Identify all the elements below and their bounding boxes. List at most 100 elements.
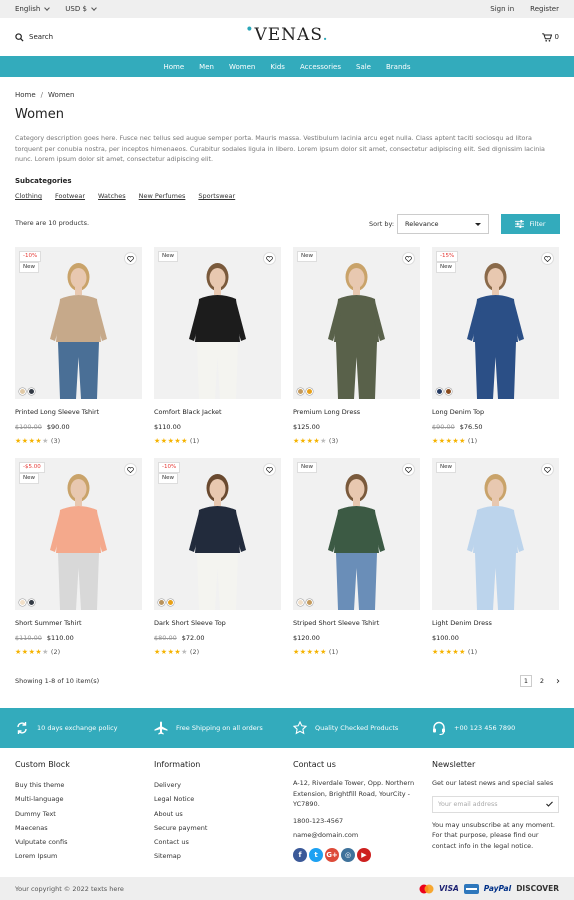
product-name[interactable]: Long Denim Top — [432, 408, 559, 416]
product-card[interactable]: -15% New Long Denim Top $90.00 $76.50 ★★★★★ (1… — [432, 247, 559, 445]
next-page-button[interactable]: › — [552, 675, 564, 687]
feature-label: Free Shipping on all orders — [176, 724, 263, 732]
contact-email[interactable]: name@domain.com — [293, 830, 418, 841]
newsletter-email-input[interactable]: Your email address — [432, 795, 559, 813]
product-image[interactable]: New — [432, 458, 559, 610]
footer-link[interactable]: Multi-language — [15, 792, 70, 806]
subcategory-link[interactable]: Footwear — [55, 192, 85, 200]
page-1[interactable]: 1 — [520, 675, 532, 687]
footer-link[interactable]: Dummy Text — [15, 807, 70, 821]
wishlist-button[interactable] — [541, 463, 554, 476]
instagram-icon[interactable]: ◎ — [341, 847, 355, 862]
footer-link[interactable]: Delivery — [154, 778, 207, 792]
nav-item-women[interactable]: Women — [229, 63, 255, 71]
product-card[interactable]: -10% New Dark Short Sleeve Top $80.00 $72.00… — [154, 458, 281, 656]
color-swatch[interactable] — [306, 388, 313, 395]
breadcrumb-home[interactable]: Home — [15, 91, 36, 99]
facebook-icon[interactable]: f — [293, 847, 307, 862]
currency-selector[interactable]: USD $ — [65, 5, 97, 13]
language-selector[interactable]: English — [15, 5, 51, 13]
nav-item-sale[interactable]: Sale — [356, 63, 371, 71]
cart-button[interactable]: 0 — [541, 32, 559, 42]
contact-phone[interactable]: 1800-123-4567 — [293, 816, 418, 827]
pagination: 1 2 › — [520, 675, 564, 687]
nav-item-brands[interactable]: Brands — [386, 63, 411, 71]
rating: ★★★★★ (3) — [293, 437, 420, 445]
filter-button[interactable]: Filter — [501, 214, 560, 234]
features-bar: 10 days exchange policy Free Shipping on… — [0, 708, 574, 748]
search-button[interactable]: Search — [15, 32, 53, 42]
color-swatch[interactable] — [19, 599, 26, 606]
footer-information: Information Delivery Legal Notice About us… — [154, 760, 207, 864]
product-image[interactable]: New — [293, 247, 420, 399]
color-swatch[interactable] — [445, 388, 452, 395]
star-icon: ★ — [459, 648, 466, 656]
footer-link[interactable]: Contact us — [154, 835, 207, 849]
footer-link[interactable]: Buy this theme — [15, 778, 70, 792]
product-image[interactable]: -10% New — [154, 458, 281, 610]
product-card[interactable]: -10% New Printed Long Sleeve Tshirt $100.00… — [15, 247, 142, 445]
product-name[interactable]: Premium Long Dress — [293, 408, 420, 416]
footer-link[interactable]: Lorem Ipsum — [15, 849, 70, 863]
product-card[interactable]: New Premium Long Dress $125.00 ★★★★★ (3) — [293, 247, 420, 445]
page-2[interactable]: 2 — [536, 675, 548, 687]
color-swatch[interactable] — [28, 388, 35, 395]
subcategory-link[interactable]: Clothing — [15, 192, 42, 200]
product-name[interactable]: Light Denim Dress — [432, 619, 559, 627]
nav-item-home[interactable]: Home — [164, 63, 185, 71]
footer-link[interactable]: Secure payment — [154, 821, 207, 835]
product-image[interactable]: -10% New — [15, 247, 142, 399]
nav-item-men[interactable]: Men — [199, 63, 214, 71]
wishlist-button[interactable] — [402, 252, 415, 265]
color-swatch[interactable] — [306, 599, 313, 606]
product-image[interactable]: New — [293, 458, 420, 610]
product-name[interactable]: Comfort Black Jacket — [154, 408, 281, 416]
product-name[interactable]: Striped Short Sleeve Tshirt — [293, 619, 420, 627]
new-badge: New — [297, 251, 317, 262]
footer-link[interactable]: Sitemap — [154, 849, 207, 863]
product-image[interactable]: New — [154, 247, 281, 399]
product-card[interactable]: New Striped Short Sleeve Tshirt $120.00 ★★★… — [293, 458, 420, 656]
rating: ★★★★★ (1) — [154, 437, 281, 445]
register-link[interactable]: Register — [530, 5, 559, 13]
product-image[interactable]: -15% New — [432, 247, 559, 399]
sort-select[interactable]: Relevance — [397, 214, 489, 234]
logo[interactable]: •VENAS. — [245, 22, 329, 45]
twitter-icon[interactable]: t — [309, 847, 323, 862]
google-plus-icon[interactable]: G+ — [325, 847, 339, 862]
subcategory-link[interactable]: New Perfumes — [139, 192, 186, 200]
color-swatch[interactable] — [19, 388, 26, 395]
footer-link[interactable]: About us — [154, 807, 207, 821]
new-badge: New — [19, 262, 39, 273]
check-icon[interactable] — [546, 801, 553, 807]
product-card[interactable]: New Comfort Black Jacket $110.00 ★★★★★ (1) — [154, 247, 281, 445]
color-swatch[interactable] — [158, 599, 165, 606]
product-card[interactable]: New Light Denim Dress $100.00 ★★★★★ (1) — [432, 458, 559, 656]
youtube-icon[interactable]: ▶ — [357, 847, 371, 862]
nav-item-accessories[interactable]: Accessories — [300, 63, 341, 71]
signin-link[interactable]: Sign in — [490, 5, 514, 13]
nav-item-kids[interactable]: Kids — [270, 63, 285, 71]
product-name[interactable]: Printed Long Sleeve Tshirt — [15, 408, 142, 416]
color-swatch[interactable] — [28, 599, 35, 606]
wishlist-button[interactable] — [124, 463, 137, 476]
wishlist-button[interactable] — [263, 252, 276, 265]
footer-link[interactable]: Maecenas — [15, 821, 70, 835]
product-card[interactable]: -$5.00 New Short Summer Tshirt $110.00 $110.… — [15, 458, 142, 656]
wishlist-button[interactable] — [263, 463, 276, 476]
rating: ★★★★★ (1) — [432, 437, 559, 445]
footer-link[interactable]: Legal Notice — [154, 792, 207, 806]
color-swatch[interactable] — [297, 599, 304, 606]
subcategory-link[interactable]: Sportswear — [198, 192, 235, 200]
product-name[interactable]: Dark Short Sleeve Top — [154, 619, 281, 627]
wishlist-button[interactable] — [402, 463, 415, 476]
wishlist-button[interactable] — [541, 252, 554, 265]
color-swatch[interactable] — [436, 388, 443, 395]
footer-link[interactable]: Vulputate confis — [15, 835, 70, 849]
color-swatch[interactable] — [167, 599, 174, 606]
product-image[interactable]: -$5.00 New — [15, 458, 142, 610]
wishlist-button[interactable] — [124, 252, 137, 265]
product-name[interactable]: Short Summer Tshirt — [15, 619, 142, 627]
color-swatch[interactable] — [297, 388, 304, 395]
subcategory-link[interactable]: Watches — [98, 192, 126, 200]
